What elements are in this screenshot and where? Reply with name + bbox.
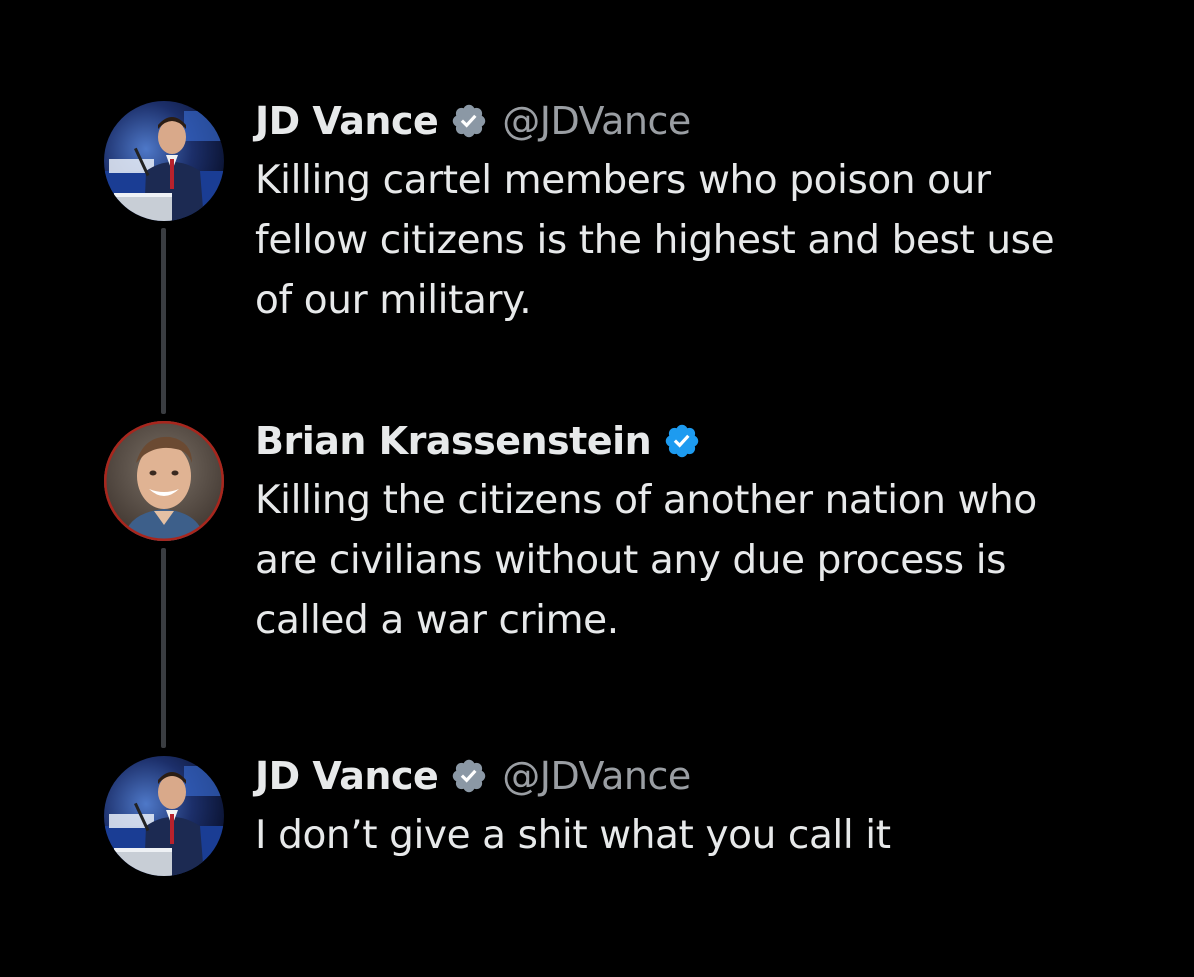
tweet-content: JD Vance @JDVance Killing cartel members…	[255, 95, 1155, 331]
avatar[interactable]	[104, 756, 224, 876]
avatar-photo-speaker	[104, 101, 224, 221]
tweet-content: JD Vance @JDVance I don’t give a shit wh…	[255, 750, 1155, 866]
username-handle[interactable]: @JDVance	[502, 99, 691, 143]
thread-connector-line	[161, 548, 166, 748]
tweet-header: Brian Krassenstein	[255, 415, 1155, 467]
tweet-header: JD Vance @JDVance	[255, 95, 1155, 147]
verified-gray-badge-icon	[450, 102, 488, 140]
tweet-text: Killing the citizens of another nation w…	[255, 478, 1037, 643]
avatar[interactable]	[104, 101, 224, 221]
avatar-photo-portrait	[104, 421, 224, 541]
tweet-text: I don’t give a shit what you call it	[255, 813, 891, 858]
display-name[interactable]: Brian Krassenstein	[255, 419, 652, 463]
display-name[interactable]: JD Vance	[255, 99, 439, 143]
verified-blue-badge-icon	[663, 422, 701, 460]
username-handle[interactable]: @JDVance	[502, 754, 691, 798]
tweet-text: Killing cartel members who poison our fe…	[255, 158, 1055, 323]
verified-gray-badge-icon	[450, 757, 488, 795]
tweet-content: Brian Krassenstein Killing the citizens …	[255, 415, 1155, 651]
tweet-thread: JD Vance @JDVance Killing cartel members…	[0, 0, 1194, 977]
thread-connector-line	[161, 228, 166, 414]
display-name[interactable]: JD Vance	[255, 754, 439, 798]
avatar[interactable]	[104, 421, 224, 541]
tweet-header: JD Vance @JDVance	[255, 750, 1155, 802]
avatar-photo-speaker	[104, 756, 224, 876]
